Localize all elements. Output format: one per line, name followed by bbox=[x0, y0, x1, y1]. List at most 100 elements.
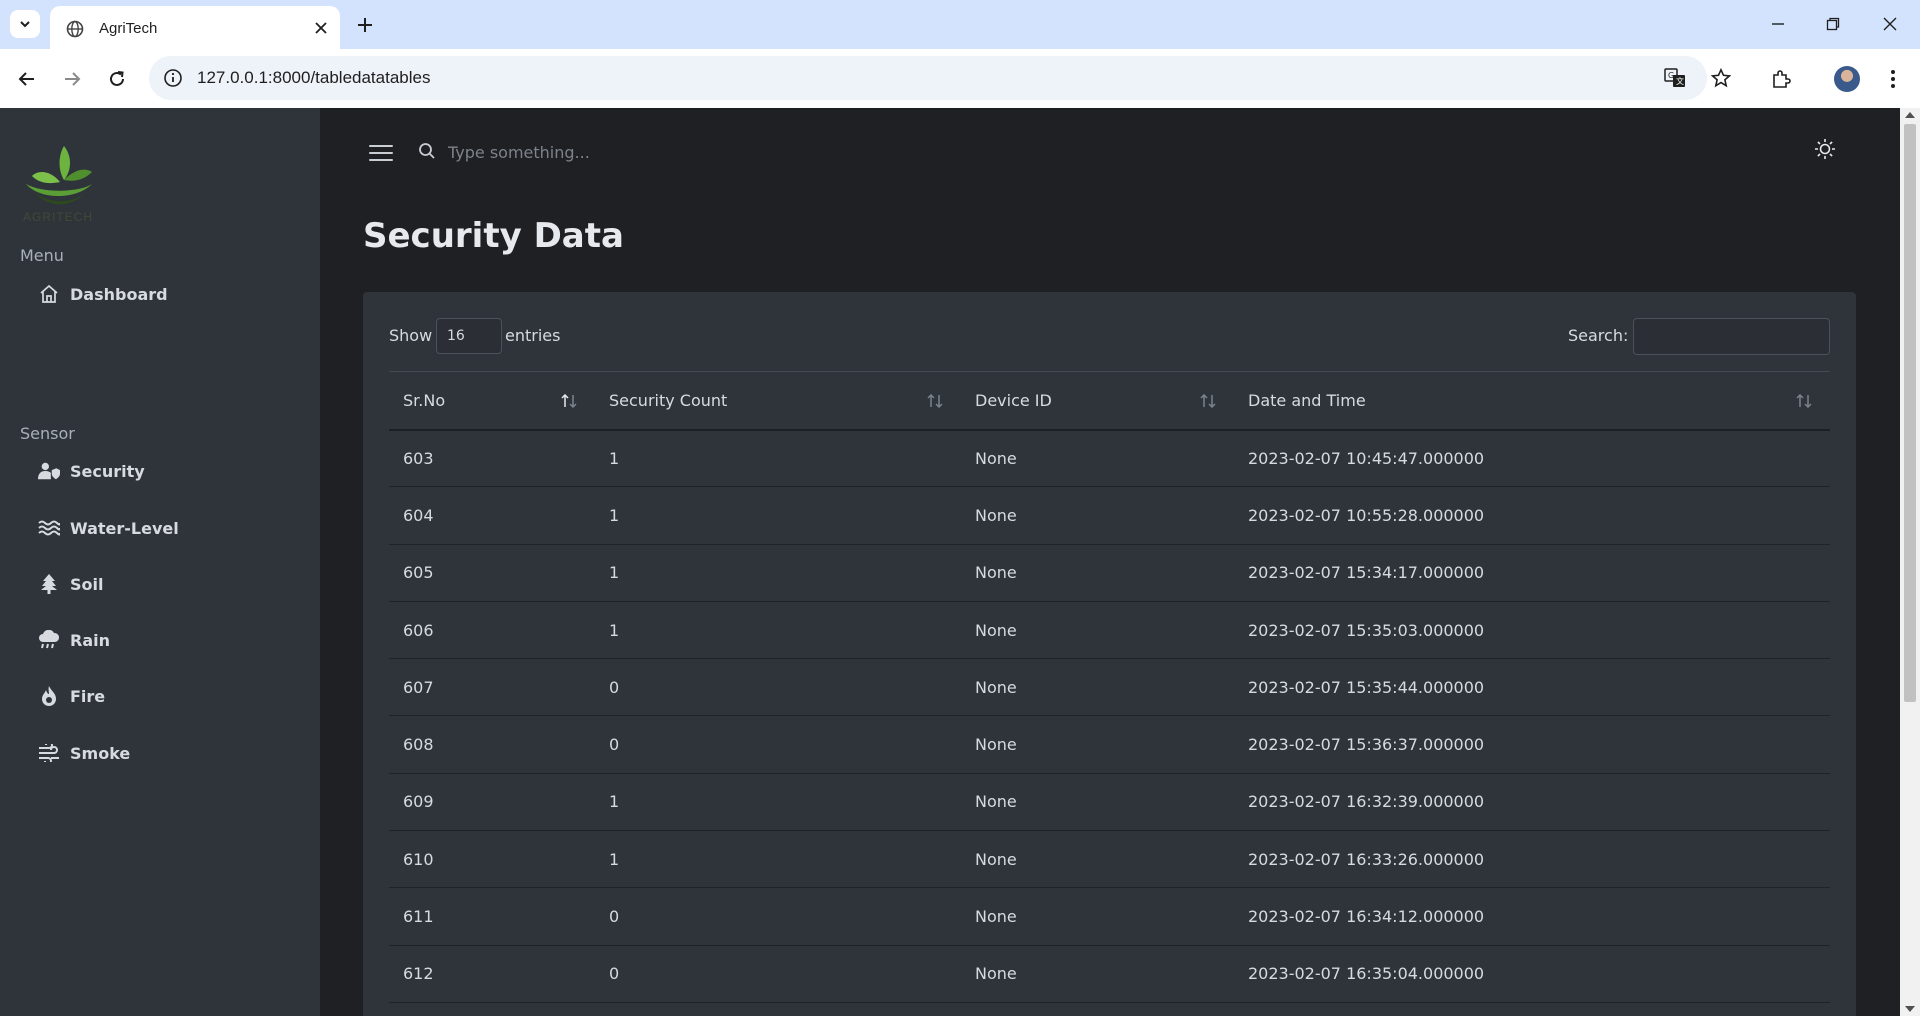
table-cell: 1 bbox=[595, 544, 961, 602]
sidebar-item-label: Smoke bbox=[70, 743, 131, 763]
sidebar-item-label: Water-Level bbox=[70, 518, 179, 538]
table-cell: 2023-02-07 16:35:04.000000 bbox=[1234, 945, 1830, 1003]
table-cell: 0 bbox=[595, 945, 961, 1003]
show-label: Show bbox=[389, 326, 433, 345]
scroll-up-arrow[interactable] bbox=[1905, 112, 1915, 118]
sidebar-item-smoke[interactable]: Smoke bbox=[38, 739, 130, 767]
address-bar[interactable]: 127.0.0.1:8000/tabledatatables G文 bbox=[149, 56, 1731, 100]
table-search-input[interactable] bbox=[1633, 318, 1830, 355]
sidebar-item-water-level[interactable]: Water-Level bbox=[38, 514, 179, 542]
table-row[interactable]: 608 0 None 2023-02-07 15:36:37.000000 bbox=[389, 715, 1830, 774]
close-window-button[interactable] bbox=[1878, 12, 1902, 36]
table-row[interactable]: 603 1 None 2023-02-07 10:45:47.000000 bbox=[389, 429, 1830, 488]
extensions-button[interactable] bbox=[1767, 65, 1795, 93]
theme-toggle-button[interactable] bbox=[1810, 134, 1840, 164]
scroll-down-arrow[interactable] bbox=[1905, 1006, 1915, 1012]
column-header-label: Sr.No bbox=[403, 390, 446, 410]
fire-icon bbox=[38, 685, 60, 707]
sidebar-item-label: Rain bbox=[70, 630, 110, 650]
table-cell: None bbox=[961, 830, 1234, 889]
browser-tab[interactable]: AgriTech bbox=[50, 6, 340, 49]
browser-toolbar: 127.0.0.1:8000/tabledatatables G文 bbox=[0, 49, 1920, 108]
table-row[interactable]: 606 1 None 2023-02-07 15:35:03.000000 bbox=[389, 601, 1830, 660]
translate-button[interactable]: G文 bbox=[1663, 66, 1687, 90]
puzzle-icon bbox=[1773, 70, 1791, 88]
table-row[interactable]: 611 0 None 2023-02-07 16:34:12.000000 bbox=[389, 887, 1830, 946]
tree-icon bbox=[38, 573, 60, 595]
scrollbar-thumb[interactable] bbox=[1904, 124, 1916, 702]
sidebar-item-label: Soil bbox=[70, 574, 104, 594]
home-icon bbox=[38, 283, 60, 305]
table-row[interactable]: 604 1 None 2023-02-07 10:55:28.000000 bbox=[389, 486, 1830, 545]
tab-search-button[interactable] bbox=[10, 10, 40, 38]
sidebar: AGRITECH Menu Dashboard Sensor Security … bbox=[0, 108, 320, 1016]
restore-button[interactable] bbox=[1821, 12, 1845, 36]
sidebar-item-soil[interactable]: Soil bbox=[38, 570, 103, 598]
browser-menu-button[interactable] bbox=[1879, 65, 1907, 93]
agritech-logo[interactable]: AGRITECH bbox=[20, 138, 100, 228]
column-header-device-id[interactable]: Device ID bbox=[961, 371, 1234, 431]
table-cell: 1 bbox=[595, 429, 961, 488]
profile-button[interactable] bbox=[1833, 65, 1861, 93]
table-row[interactable]: 610 1 None 2023-02-07 16:33:26.000000 bbox=[389, 830, 1830, 889]
column-header-label: Security Count bbox=[609, 390, 728, 410]
hamburger-line bbox=[369, 152, 393, 154]
table-cell: None bbox=[961, 773, 1234, 832]
table-cell: 2023-02-07 16:33:26.000000 bbox=[1234, 830, 1830, 889]
entries-label: entries bbox=[505, 326, 561, 345]
table-cell: None bbox=[961, 658, 1234, 717]
column-header-date-time[interactable]: Date and Time bbox=[1234, 371, 1830, 431]
table-row[interactable]: 607 0 None 2023-02-07 15:35:44.000000 bbox=[389, 658, 1830, 717]
table-cell: 604 bbox=[389, 486, 595, 545]
sidebar-item-security[interactable]: Security bbox=[38, 457, 145, 485]
table-row[interactable]: 605 1 None 2023-02-07 15:34:17.000000 bbox=[389, 544, 1830, 602]
security-data-table: Sr.No Security Count Device ID Date and … bbox=[389, 371, 1830, 1003]
table-cell: 606 bbox=[389, 601, 595, 660]
table-cell: 0 bbox=[595, 658, 961, 717]
column-header-security-count[interactable]: Security Count bbox=[595, 371, 961, 431]
table-cell: 2023-02-07 16:32:39.000000 bbox=[1234, 773, 1830, 832]
hamburger-line bbox=[369, 159, 393, 161]
sort-icon bbox=[1200, 394, 1216, 408]
table-cell: 2023-02-07 16:34:12.000000 bbox=[1234, 887, 1830, 946]
table-cell: 611 bbox=[389, 887, 595, 946]
minimize-button[interactable] bbox=[1766, 12, 1790, 36]
table-cell: 2023-02-07 10:45:47.000000 bbox=[1234, 429, 1830, 488]
new-tab-button[interactable] bbox=[353, 13, 377, 37]
menu-section-title: Menu bbox=[20, 246, 64, 265]
sort-icon bbox=[1796, 394, 1812, 408]
table-cell: 0 bbox=[595, 887, 961, 946]
table-cell: 2023-02-07 10:55:28.000000 bbox=[1234, 486, 1830, 545]
sidebar-item-rain[interactable]: Rain bbox=[38, 626, 110, 654]
table-cell: None bbox=[961, 715, 1234, 774]
column-header-label: Device ID bbox=[975, 390, 1052, 410]
table-cell: 1 bbox=[595, 773, 961, 832]
sidebar-item-label: Security bbox=[70, 461, 145, 481]
forward-button[interactable] bbox=[58, 65, 86, 93]
top-search-input[interactable] bbox=[448, 136, 808, 168]
table-cell: 608 bbox=[389, 715, 595, 774]
more-vertical-icon bbox=[1891, 70, 1895, 88]
search-icon bbox=[419, 143, 435, 159]
back-button[interactable] bbox=[13, 65, 41, 93]
logo-text: AGRITECH bbox=[23, 210, 94, 224]
url-text: 127.0.0.1:8000/tabledatatables bbox=[197, 68, 431, 87]
bookmark-button[interactable] bbox=[1709, 66, 1733, 90]
table-cell: 2023-02-07 15:35:03.000000 bbox=[1234, 601, 1830, 660]
table-cell: 612 bbox=[389, 945, 595, 1003]
reload-button[interactable] bbox=[103, 65, 131, 93]
entries-per-page-select[interactable] bbox=[436, 318, 502, 354]
page-scrollbar[interactable] bbox=[1900, 108, 1920, 1016]
sun-icon bbox=[1815, 139, 1835, 159]
water-icon bbox=[38, 517, 60, 539]
table-row[interactable]: 612 0 None 2023-02-07 16:35:04.000000 bbox=[389, 945, 1830, 1003]
tab-close-button[interactable] bbox=[311, 18, 331, 38]
avatar bbox=[1834, 66, 1860, 92]
sidebar-item-dashboard[interactable]: Dashboard bbox=[38, 280, 168, 308]
column-header-sr-no[interactable]: Sr.No bbox=[389, 371, 595, 431]
sidebar-item-fire[interactable]: Fire bbox=[38, 682, 105, 710]
sidebar-toggle-button[interactable] bbox=[368, 142, 394, 164]
leaf-logo-icon bbox=[26, 146, 92, 205]
table-row[interactable]: 609 1 None 2023-02-07 16:32:39.000000 bbox=[389, 773, 1830, 832]
table-cell: None bbox=[961, 544, 1234, 602]
